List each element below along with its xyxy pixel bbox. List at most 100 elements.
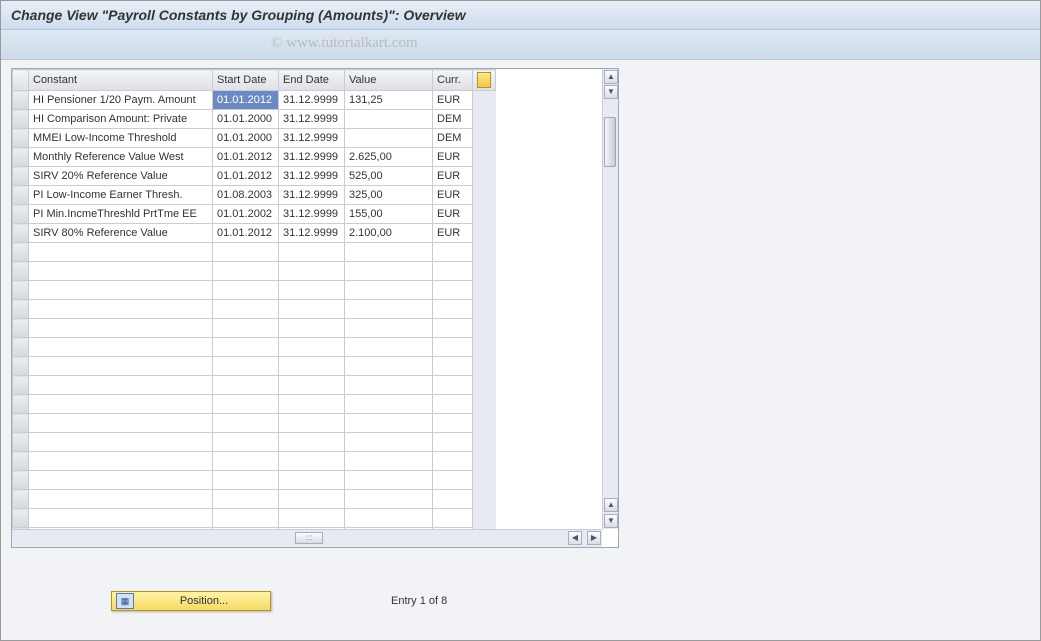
table-row[interactable] (13, 243, 496, 262)
cell-constant[interactable]: PI Low-Income Earner Thresh. (29, 186, 213, 205)
row-selector[interactable] (13, 91, 29, 110)
cell-end-date[interactable]: 31.12.9999 (279, 110, 345, 129)
scroll-up-icon[interactable]: ▲ (604, 70, 618, 84)
cell-end-date[interactable]: 31.12.9999 (279, 91, 345, 110)
table-row[interactable] (13, 300, 496, 319)
col-start-date[interactable]: Start Date (213, 70, 279, 91)
configure-columns-icon[interactable] (477, 72, 491, 88)
cell-constant[interactable]: HI Pensioner 1/20 Paym. Amount (29, 91, 213, 110)
cell-currency[interactable]: EUR (433, 91, 473, 110)
table-row[interactable] (13, 395, 496, 414)
cell-value[interactable]: 155,00 (345, 205, 433, 224)
cell-start-date[interactable]: 01.01.2000 (213, 110, 279, 129)
table-row[interactable]: HI Comparison Amount: Private01.01.20003… (13, 110, 496, 129)
table-row[interactable] (13, 262, 496, 281)
cell-value[interactable] (345, 129, 433, 148)
row-selector[interactable] (13, 148, 29, 167)
cell-end-date[interactable]: 31.12.9999 (279, 205, 345, 224)
row-selector[interactable] (13, 471, 29, 490)
cell-end-date[interactable]: 31.12.9999 (279, 186, 345, 205)
col-end-date[interactable]: End Date (279, 70, 345, 91)
row-selector[interactable] (13, 243, 29, 262)
cell-value[interactable] (345, 110, 433, 129)
table-row[interactable]: PI Low-Income Earner Thresh.01.08.200331… (13, 186, 496, 205)
table-row[interactable]: SIRV 20% Reference Value01.01.201231.12.… (13, 167, 496, 186)
table-row[interactable]: MMEI Low-Income Threshold01.01.200031.12… (13, 129, 496, 148)
scroll-down-step-icon[interactable]: ▼ (604, 85, 618, 99)
horizontal-scrollbar[interactable]: ::: ◀ ▶ (12, 529, 602, 547)
cell-currency[interactable]: EUR (433, 205, 473, 224)
cell-value[interactable]: 525,00 (345, 167, 433, 186)
cell-start-date[interactable]: 01.01.2002 (213, 205, 279, 224)
cell-start-date[interactable]: 01.08.2003 (213, 186, 279, 205)
cell-constant[interactable]: PI Min.IncmeThreshld PrtTme EE (29, 205, 213, 224)
scroll-down-icon[interactable]: ▼ (604, 514, 618, 528)
cell-constant[interactable]: MMEI Low-Income Threshold (29, 129, 213, 148)
table-row[interactable]: HI Pensioner 1/20 Paym. Amount01.01.2012… (13, 91, 496, 110)
table-row[interactable] (13, 357, 496, 376)
table-row[interactable] (13, 509, 496, 528)
row-selector[interactable] (13, 281, 29, 300)
cell-value[interactable]: 325,00 (345, 186, 433, 205)
cell-start-date[interactable]: 01.01.2012 (213, 167, 279, 186)
cell-end-date[interactable]: 31.12.9999 (279, 224, 345, 243)
row-selector[interactable] (13, 433, 29, 452)
row-selector[interactable] (13, 205, 29, 224)
cell-constant[interactable]: SIRV 20% Reference Value (29, 167, 213, 186)
table-row[interactable]: PI Min.IncmeThreshld PrtTme EE01.01.2002… (13, 205, 496, 224)
scrollbar-thumb[interactable] (604, 117, 616, 167)
scroll-left-icon[interactable]: ◀ (568, 531, 582, 545)
row-selector[interactable] (13, 490, 29, 509)
table-row[interactable]: Monthly Reference Value West01.01.201231… (13, 148, 496, 167)
table-row[interactable] (13, 433, 496, 452)
table-row[interactable] (13, 471, 496, 490)
select-all-header[interactable] (13, 70, 29, 91)
row-selector[interactable] (13, 319, 29, 338)
row-selector[interactable] (13, 129, 29, 148)
table-row[interactable]: SIRV 80% Reference Value01.01.201231.12.… (13, 224, 496, 243)
table-row[interactable] (13, 490, 496, 509)
table-row[interactable] (13, 414, 496, 433)
cell-end-date[interactable]: 31.12.9999 (279, 129, 345, 148)
cell-start-date[interactable]: 01.01.2012 (213, 148, 279, 167)
cell-currency[interactable]: EUR (433, 186, 473, 205)
scroll-up-step-icon[interactable]: ▲ (604, 498, 618, 512)
table-row[interactable] (13, 319, 496, 338)
vertical-scrollbar[interactable]: ▲ ▼ ▲ ▼ (602, 69, 618, 529)
row-selector[interactable] (13, 338, 29, 357)
table-row[interactable] (13, 281, 496, 300)
row-selector[interactable] (13, 414, 29, 433)
cell-start-date[interactable]: 01.01.2012 (213, 224, 279, 243)
column-drag-handle[interactable]: ::: (295, 532, 323, 544)
col-configure[interactable] (473, 70, 496, 91)
table-row[interactable] (13, 452, 496, 471)
scroll-right-icon[interactable]: ▶ (587, 531, 601, 545)
table-row[interactable] (13, 376, 496, 395)
cell-currency[interactable]: EUR (433, 224, 473, 243)
cell-constant[interactable]: SIRV 80% Reference Value (29, 224, 213, 243)
row-selector[interactable] (13, 300, 29, 319)
cell-end-date[interactable]: 31.12.9999 (279, 167, 345, 186)
cell-start-date[interactable]: 01.01.2012 (213, 91, 279, 110)
row-selector[interactable] (13, 452, 29, 471)
row-selector[interactable] (13, 262, 29, 281)
row-selector[interactable] (13, 376, 29, 395)
row-selector[interactable] (13, 167, 29, 186)
row-selector[interactable] (13, 110, 29, 129)
cell-constant[interactable]: HI Comparison Amount: Private (29, 110, 213, 129)
col-constant[interactable]: Constant (29, 70, 213, 91)
row-selector[interactable] (13, 357, 29, 376)
cell-currency[interactable]: DEM (433, 129, 473, 148)
cell-end-date[interactable]: 31.12.9999 (279, 148, 345, 167)
cell-value[interactable]: 2.100,00 (345, 224, 433, 243)
row-selector[interactable] (13, 395, 29, 414)
position-button[interactable]: ▦ Position... (111, 591, 271, 611)
cell-value[interactable]: 131,25 (345, 91, 433, 110)
table-row[interactable] (13, 338, 496, 357)
row-selector[interactable] (13, 186, 29, 205)
cell-currency[interactable]: DEM (433, 110, 473, 129)
row-selector[interactable] (13, 224, 29, 243)
row-selector[interactable] (13, 509, 29, 528)
cell-start-date[interactable]: 01.01.2000 (213, 129, 279, 148)
col-currency[interactable]: Curr. (433, 70, 473, 91)
